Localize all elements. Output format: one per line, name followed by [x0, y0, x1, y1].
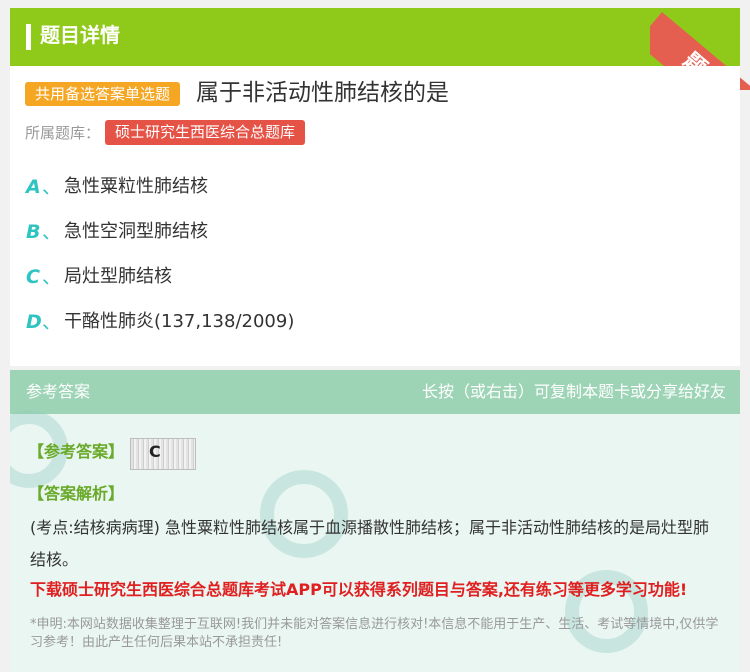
option-d[interactable]: D 、 干酪性肺炎(137,138/2009): [26, 307, 626, 337]
option-text: 局灶型肺结核: [64, 266, 172, 287]
question-bank-link[interactable]: 硕士研究生西医综合总题库: [105, 120, 306, 145]
reference-answer-image: C: [130, 438, 196, 470]
option-text: 急性粟粒性肺结核: [64, 176, 208, 197]
page-header: 题目详情: [10, 8, 740, 66]
app-download-promo[interactable]: 下载硕士研究生西医综合总题库考试APP可以获得系列题目与答案,还有练习等更多学习…: [30, 578, 730, 602]
option-letter: B: [26, 221, 41, 243]
option-separator: 、: [42, 266, 62, 288]
question-title: 属于非活动性肺结核的是: [196, 80, 449, 106]
answer-card: 参考答案 长按（或右击）可复制本题卡或分享给好友 【参考答案】 C 【答案解析】…: [10, 370, 740, 672]
question-card: 共用备选答案单选题 属于非活动性肺结核的是 所属题库： 硕士研究生西医综合总题库…: [10, 66, 740, 366]
answer-header-title: 参考答案: [26, 382, 91, 401]
option-separator: 、: [42, 176, 62, 198]
option-letter: A: [26, 176, 41, 198]
question-type-badge: 共用备选答案单选题: [25, 82, 181, 106]
option-c[interactable]: C 、 局灶型肺结核: [26, 262, 626, 292]
reference-answer-value: C: [149, 442, 161, 461]
option-text: 急性空洞型肺结核: [64, 221, 208, 242]
analysis-label: 【答案解析】: [28, 484, 125, 503]
reference-answer-label: 【参考答案】: [28, 442, 125, 461]
question-bank-label: 所属题库：: [25, 124, 101, 142]
header-accent-bar: [26, 24, 31, 50]
share-hint: 长按（或右击）可复制本题卡或分享给好友: [421, 382, 726, 401]
analysis-text: (考点:结核病病理) 急性粟粒性肺结核属于血源播散性肺结核；属于非活动性肺结核的…: [30, 518, 709, 569]
disclaimer-text: *申明:本网站数据收集整理于互联网!我们并未能对答案信息进行核对!本信息不能用于…: [30, 617, 719, 650]
option-letter: C: [26, 266, 40, 288]
option-text: 干酪性肺炎(137,138/2009): [64, 311, 295, 332]
answer-header: 参考答案 长按（或右击）可复制本题卡或分享给好友: [10, 370, 740, 414]
option-letter: D: [26, 311, 42, 333]
option-separator: 、: [42, 311, 62, 333]
page-title: 题目详情: [40, 23, 120, 47]
option-a[interactable]: A 、 急性粟粒性肺结核: [26, 172, 626, 202]
option-separator: 、: [42, 221, 62, 243]
option-b[interactable]: B 、 急性空洞型肺结核: [26, 217, 626, 247]
